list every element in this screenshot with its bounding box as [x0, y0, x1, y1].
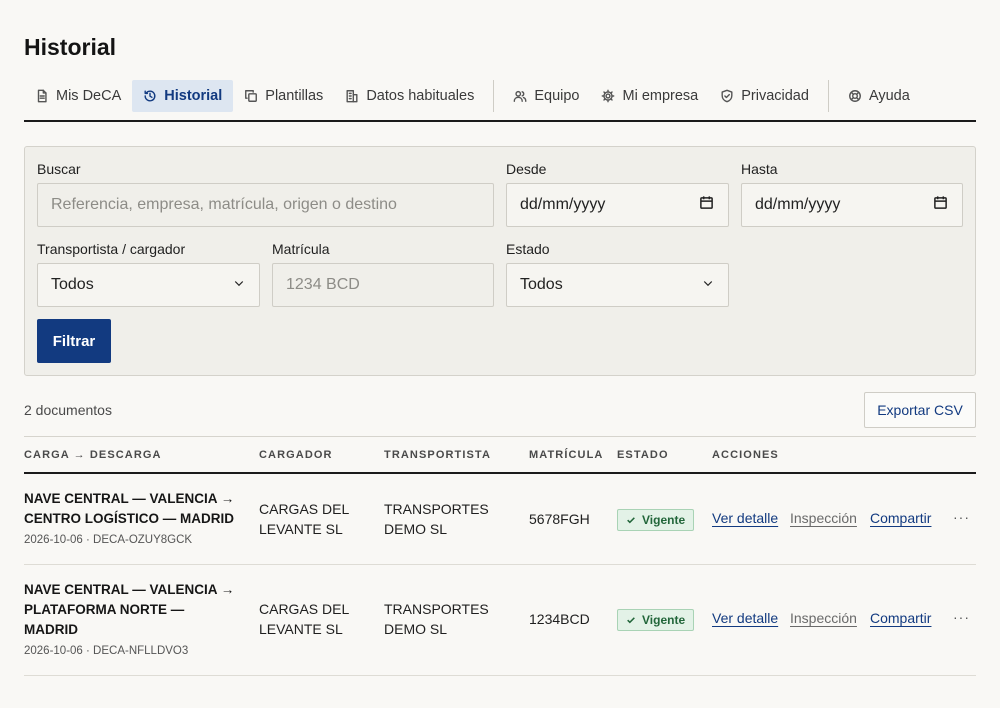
table-row: NAVE CENTRAL — VALENCIA → PLATAFORMA NOR… — [24, 565, 976, 676]
to-date-label: Hasta — [741, 161, 778, 177]
route-cell: NAVE CENTRAL — VALENCIA → PLATAFORMA NOR… — [24, 580, 249, 640]
party-select[interactable]: Todos — [37, 263, 260, 307]
document-meta: 2026-10-06 · DECA-NFLLDVO3 — [24, 645, 189, 657]
document-icon — [37, 89, 47, 103]
shipper-cell: CARGAS DEL LEVANTE SL — [259, 499, 349, 539]
filter-panel: Buscar Referencia, empresa, matrícula, o… — [24, 146, 976, 376]
table-row: NAVE CENTRAL — VALENCIA → CENTRO LOGÍSTI… — [24, 474, 976, 565]
route-destination: CENTRO LOGÍSTICO — MADRID — [24, 511, 234, 526]
copy-icon — [245, 90, 258, 102]
status-badge-label: Vigente — [642, 613, 686, 627]
tab-plantillas[interactable]: Plantillas — [233, 80, 334, 112]
check-icon — [627, 517, 635, 524]
status-label: Estado — [506, 241, 550, 257]
lifebuoy-icon — [848, 90, 861, 102]
calendar-icon[interactable] — [699, 195, 714, 215]
tab-label: Mi empresa — [622, 88, 699, 104]
carrier-name-line: TRANSPORTES — [384, 601, 489, 617]
carrier-cell: TRANSPORTES DEMO SL — [384, 599, 489, 639]
shipper-name-line: CARGAS DEL — [259, 501, 350, 517]
column-header-actions: ACCIONES — [712, 449, 779, 461]
to-date-value: dd/mm/yyyy — [755, 196, 841, 213]
route-destination: PLATAFORMA NORTE — — [24, 602, 185, 617]
tab-mi-empresa[interactable]: Mi empresa — [590, 80, 709, 112]
column-header-carrier[interactable]: TRANSPORTISTA — [384, 449, 491, 461]
column-header-route[interactable]: CARGA → DESCARGA — [24, 449, 162, 461]
plate-label: Matrícula — [272, 241, 330, 257]
to-date-input[interactable]: dd/mm/yyyy — [741, 183, 963, 227]
column-header-plate[interactable]: MATRÍCULA — [529, 449, 603, 461]
column-header-status[interactable]: ESTADO — [617, 449, 669, 461]
status-badge: Vigente — [617, 609, 695, 631]
tab-mis-deca[interactable]: Mis DeCA — [24, 80, 132, 112]
users-icon — [513, 90, 527, 102]
more-actions-icon[interactable]: ··· — [953, 609, 970, 625]
document-meta: 2026-10-06 · DECA-OZUY8GCK — [24, 534, 193, 546]
chevron-down-icon — [233, 276, 245, 294]
carrier-name-line: DEMO SL — [384, 621, 448, 637]
chevron-down-icon — [702, 276, 714, 294]
inspection-link[interactable]: Inspección — [790, 610, 857, 626]
from-date-label: Desde — [506, 161, 547, 177]
shipper-name-line: CARGAS DEL — [259, 601, 350, 617]
view-detail-link[interactable]: Ver detalle — [712, 610, 778, 626]
building-icon — [346, 90, 358, 103]
documents-table: CARGA → DESCARGA CARGADOR TRANSPORTISTA … — [24, 436, 976, 676]
tab-label: Plantillas — [265, 88, 324, 104]
filter-button[interactable]: Filtrar — [37, 319, 111, 363]
tab-historial[interactable]: Historial — [132, 80, 234, 112]
tab-divider — [827, 80, 829, 112]
inspection-link[interactable]: Inspección — [790, 510, 857, 526]
shipper-name-line: LEVANTE SL — [259, 621, 343, 637]
carrier-name-line: TRANSPORTES — [384, 501, 489, 517]
share-link[interactable]: Compartir — [870, 610, 931, 626]
search-label: Buscar — [37, 161, 81, 177]
results-count: 2 documentos — [24, 402, 112, 418]
tab-datos-habituales[interactable]: Datos habituales — [334, 80, 485, 112]
route-origin: NAVE CENTRAL — VALENCIA → — [24, 582, 235, 597]
carrier-name-line: DEMO SL — [384, 521, 448, 537]
check-icon — [627, 617, 635, 624]
more-actions-icon[interactable]: ··· — [953, 509, 970, 525]
tab-label: Mis DeCA — [56, 88, 122, 104]
status-badge-label: Vigente — [642, 513, 686, 527]
carrier-cell: TRANSPORTES DEMO SL — [384, 499, 489, 539]
route-destination: MADRID — [24, 622, 78, 637]
route-cell: NAVE CENTRAL — VALENCIA → CENTRO LOGÍSTI… — [24, 489, 249, 529]
tab-ayuda[interactable]: Ayuda — [837, 80, 921, 112]
tab-privacidad[interactable]: Privacidad — [709, 80, 820, 112]
plate-cell: 1234BCD — [529, 611, 590, 627]
gear-icon — [602, 89, 615, 103]
history-icon — [144, 90, 156, 102]
party-select-value: Todos — [51, 276, 94, 293]
route-origin: NAVE CENTRAL — VALENCIA → — [24, 491, 235, 506]
shipper-name-line: LEVANTE SL — [259, 521, 343, 537]
plate-input[interactable]: 1234 BCD — [272, 263, 494, 307]
tab-equipo[interactable]: Equipo — [502, 80, 590, 112]
export-csv-button[interactable]: Exportar CSV — [864, 392, 976, 428]
nav-tabs: Mis DeCA Historial Plantillas Datos habi… — [24, 80, 976, 122]
party-label: Transportista / cargador — [37, 241, 186, 257]
page-title: Historial — [24, 34, 117, 60]
from-date-input[interactable]: dd/mm/yyyy — [506, 183, 729, 227]
tab-label: Privacidad — [741, 88, 809, 104]
shipper-cell: CARGAS DEL LEVANTE SL — [259, 599, 349, 639]
status-badge: Vigente — [617, 509, 695, 531]
tab-label: Ayuda — [868, 88, 910, 104]
shield-icon — [721, 89, 733, 103]
status-select-value: Todos — [520, 276, 563, 293]
plate-cell: 5678FGH — [529, 511, 590, 527]
tab-label: Datos habituales — [366, 88, 475, 104]
tab-label: Equipo — [534, 88, 580, 104]
search-input[interactable]: Referencia, empresa, matrícula, origen o… — [37, 183, 494, 227]
share-link[interactable]: Compartir — [870, 510, 931, 526]
from-date-value: dd/mm/yyyy — [520, 196, 606, 213]
table-header: CARGA → DESCARGA CARGADOR TRANSPORTISTA … — [24, 437, 976, 474]
calendar-icon[interactable] — [933, 195, 948, 215]
column-header-shipper[interactable]: CARGADOR — [259, 449, 333, 461]
tab-label: Historial — [164, 88, 223, 104]
view-detail-link[interactable]: Ver detalle — [712, 510, 778, 526]
tab-divider — [493, 80, 495, 112]
status-select[interactable]: Todos — [506, 263, 729, 307]
